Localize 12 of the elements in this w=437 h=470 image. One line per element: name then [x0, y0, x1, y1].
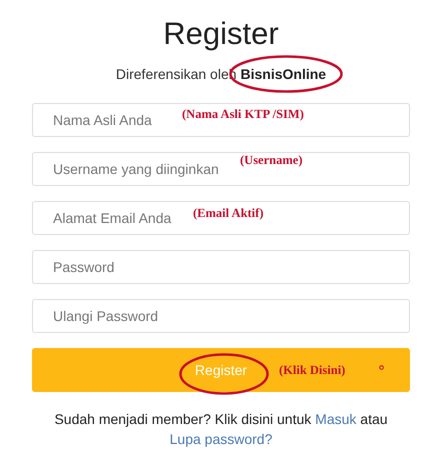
text-link[interactable]: Masuk: [315, 411, 356, 427]
page-title: Register: [162, 15, 280, 53]
referrer-name: BisnisOnline: [240, 66, 326, 82]
ring-icon: [379, 365, 384, 370]
annotation-note: (Klik Disini): [279, 363, 346, 378]
input-field[interactable]: Ulangi Password: [32, 299, 410, 333]
annotation-note: (Username): [240, 153, 302, 168]
annotation-note: (Email Aktif): [193, 206, 264, 221]
text-link[interactable]: Lupa password?: [170, 431, 272, 447]
input-field[interactable]: Password: [32, 250, 410, 284]
login-prompt: Sudah menjadi member? Klik disini untuk Masuk atau Lupa password?: [53, 410, 389, 449]
annotation-note: (Nama Asli KTP /SIM): [182, 107, 304, 122]
